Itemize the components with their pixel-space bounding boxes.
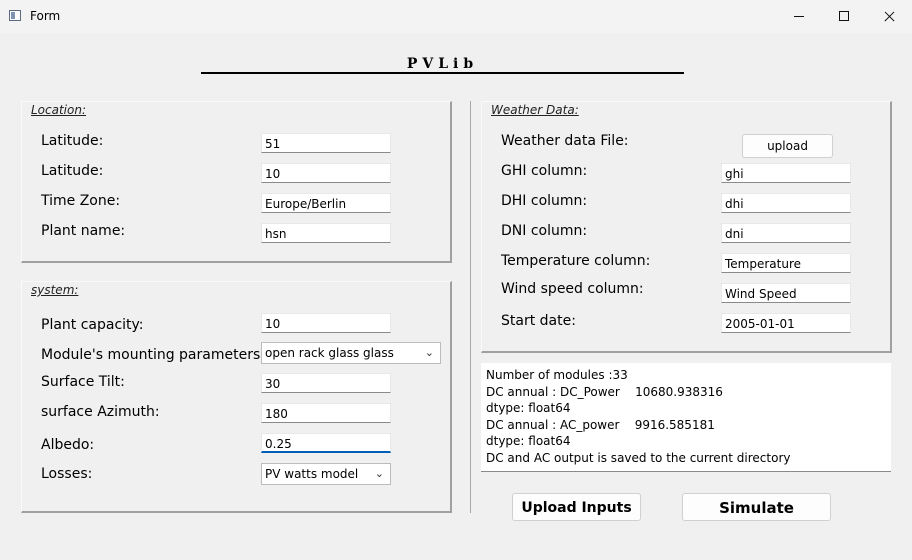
albedo-input[interactable]: 0.25	[261, 433, 391, 453]
time-zone-label: Time Zone:	[41, 193, 121, 209]
plant-name-label: Plant name:	[41, 223, 126, 239]
albedo-label: Albedo:	[41, 437, 95, 453]
losses-select-value: PV watts model	[265, 467, 359, 481]
losses-select[interactable]: PV watts model ⌄	[261, 463, 391, 485]
start-date-label: Start date:	[501, 313, 576, 329]
wind-speed-column-input[interactable]: Wind Speed	[721, 283, 851, 303]
dhi-column-input[interactable]: dhi	[721, 193, 851, 213]
output-text-area[interactable]: Number of modules :33 DC annual : DC_Pow…	[481, 363, 891, 472]
title-bar: Form	[0, 0, 912, 33]
surface-azimuth-input[interactable]: 180	[261, 403, 391, 423]
surface-azimuth-label: surface Azimuth:	[41, 404, 160, 420]
output-line: DC annual : DC_Power 10680.938316	[486, 384, 723, 399]
latitude-2-label: Latitude:	[41, 163, 104, 179]
latitude-input[interactable]: 51	[261, 133, 391, 153]
output-line: Number of modules :33	[486, 368, 628, 382]
output-line: dtype: float64	[486, 401, 571, 415]
mounting-select-value: open rack glass glass	[265, 346, 394, 360]
plant-capacity-input[interactable]: 10	[261, 313, 391, 333]
output-line: DC annual : AC_power 9916.585181	[486, 417, 715, 432]
maximize-button[interactable]	[822, 0, 868, 33]
upload-button[interactable]: upload	[742, 134, 833, 158]
close-button[interactable]	[866, 0, 912, 33]
minimize-button[interactable]	[776, 0, 822, 33]
latitude-2-input[interactable]: 10	[261, 163, 391, 183]
mounting-label: Module's mounting parameters:	[41, 347, 265, 363]
page-title: PVLib	[406, 56, 479, 72]
title-underline	[201, 72, 684, 74]
plant-name-input[interactable]: hsn	[261, 223, 391, 243]
ghi-column-label: GHI column:	[501, 163, 588, 179]
system-group-title: system:	[31, 283, 79, 297]
output-line: dtype: float64	[486, 434, 571, 448]
dhi-column-label: DHI column:	[501, 193, 588, 209]
time-zone-input[interactable]: Europe/Berlin	[261, 193, 391, 213]
vertical-divider	[470, 101, 471, 513]
surface-tilt-label: Surface Tilt:	[41, 374, 125, 390]
start-date-input[interactable]: 2005-01-01	[721, 313, 851, 333]
form-app-icon	[9, 10, 21, 21]
chevron-down-icon: ⌄	[374, 467, 384, 480]
location-group-title: Location:	[31, 103, 87, 117]
plant-capacity-label: Plant capacity:	[41, 317, 144, 333]
latitude-label: Latitude:	[41, 133, 104, 149]
window-title: Form	[30, 9, 61, 23]
mounting-select[interactable]: open rack glass glass ⌄	[261, 342, 441, 364]
temperature-column-input[interactable]: Temperature	[721, 253, 851, 273]
wind-speed-column-label: Wind speed column:	[501, 281, 644, 297]
upload-inputs-button[interactable]: Upload Inputs	[512, 493, 641, 521]
simulate-button[interactable]: Simulate	[682, 493, 831, 521]
losses-label: Losses:	[41, 466, 93, 482]
temperature-column-label: Temperature column:	[501, 253, 651, 269]
weather-group-title: Weather Data:	[491, 103, 579, 117]
dni-column-input[interactable]: dni	[721, 223, 851, 243]
ghi-column-input[interactable]: ghi	[721, 163, 851, 183]
surface-tilt-input[interactable]: 30	[261, 373, 391, 393]
weather-file-label: Weather data File:	[501, 133, 629, 149]
output-line: DC and AC output is saved to the current…	[486, 450, 791, 465]
chevron-down-icon: ⌄	[424, 346, 434, 359]
dni-column-label: DNI column:	[501, 223, 588, 239]
